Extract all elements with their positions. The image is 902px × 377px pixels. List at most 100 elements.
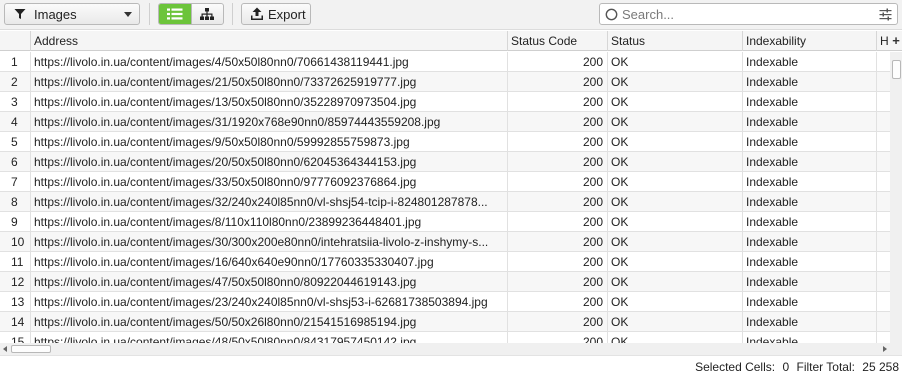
row-number[interactable]: 6 bbox=[0, 152, 31, 172]
address-cell[interactable]: https://livolo.in.ua/content/images/30/3… bbox=[31, 232, 508, 252]
status-cell[interactable]: OK bbox=[608, 272, 743, 292]
status-code-cell[interactable]: 200 bbox=[508, 312, 608, 332]
list-view-button[interactable] bbox=[159, 4, 191, 24]
row-number[interactable]: 11 bbox=[0, 252, 31, 272]
table-row[interactable]: 5 https://livolo.in.ua/content/images/9/5… bbox=[0, 132, 890, 152]
row-number[interactable]: 4 bbox=[0, 112, 31, 132]
h-cell[interactable] bbox=[877, 332, 890, 343]
status-code-cell[interactable]: 200 bbox=[508, 172, 608, 192]
vertical-scrollbar[interactable] bbox=[890, 52, 902, 343]
row-number[interactable]: 15 bbox=[0, 332, 31, 343]
h-cell[interactable] bbox=[877, 92, 890, 112]
h-cell[interactable] bbox=[877, 212, 890, 232]
status-code-cell[interactable]: 200 bbox=[508, 292, 608, 312]
address-cell[interactable]: https://livolo.in.ua/content/images/9/50… bbox=[31, 132, 508, 152]
table-row[interactable]: 4 https://livolo.in.ua/content/images/31/… bbox=[0, 112, 890, 132]
indexability-cell[interactable]: Indexable bbox=[743, 172, 877, 192]
table-row[interactable]: 2 https://livolo.in.ua/content/images/21/… bbox=[0, 72, 890, 92]
status-code-cell[interactable]: 200 bbox=[508, 212, 608, 232]
table-row[interactable]: 12 https://livolo.in.ua/content/images/47… bbox=[0, 272, 890, 292]
indexability-cell[interactable]: Indexable bbox=[743, 192, 877, 212]
table-row[interactable]: 13 https://livolo.in.ua/content/images/23… bbox=[0, 292, 890, 312]
indexability-cell[interactable]: Indexable bbox=[743, 112, 877, 132]
table-row[interactable]: 1 https://livolo.in.ua/content/images/4/5… bbox=[0, 52, 890, 72]
status-code-cell[interactable]: 200 bbox=[508, 332, 608, 343]
address-cell[interactable]: https://livolo.in.ua/content/images/23/2… bbox=[31, 292, 508, 312]
table-row[interactable]: 8 https://livolo.in.ua/content/images/32/… bbox=[0, 192, 890, 212]
row-number[interactable]: 8 bbox=[0, 192, 31, 212]
row-number[interactable]: 9 bbox=[0, 212, 31, 232]
h-cell[interactable] bbox=[877, 192, 890, 212]
h-cell[interactable] bbox=[877, 72, 890, 92]
indexability-cell[interactable]: Indexable bbox=[743, 312, 877, 332]
column-header-address[interactable]: Address bbox=[31, 31, 508, 51]
h-cell[interactable] bbox=[877, 132, 890, 152]
row-number[interactable]: 2 bbox=[0, 72, 31, 92]
indexability-cell[interactable]: Indexable bbox=[743, 152, 877, 172]
table-row[interactable]: 3 https://livolo.in.ua/content/images/13/… bbox=[0, 92, 890, 112]
add-column-button[interactable]: + bbox=[890, 31, 902, 51]
status-cell[interactable]: OK bbox=[608, 252, 743, 272]
row-number[interactable]: 5 bbox=[0, 132, 31, 152]
address-cell[interactable]: https://livolo.in.ua/content/images/16/6… bbox=[31, 252, 508, 272]
indexability-cell[interactable]: Indexable bbox=[743, 92, 877, 112]
indexability-cell[interactable]: Indexable bbox=[743, 72, 877, 92]
column-header-indexability[interactable]: Indexability bbox=[743, 31, 877, 51]
status-cell[interactable]: OK bbox=[608, 232, 743, 252]
address-cell[interactable]: https://livolo.in.ua/content/images/48/5… bbox=[31, 332, 508, 343]
status-code-cell[interactable]: 200 bbox=[508, 152, 608, 172]
status-code-cell[interactable]: 200 bbox=[508, 72, 608, 92]
address-cell[interactable]: https://livolo.in.ua/content/images/50/5… bbox=[31, 312, 508, 332]
filter-dropdown[interactable]: Images bbox=[4, 3, 140, 25]
h-cell[interactable] bbox=[877, 252, 890, 272]
table-row[interactable]: 11 https://livolo.in.ua/content/images/16… bbox=[0, 252, 890, 272]
indexability-cell[interactable]: Indexable bbox=[743, 272, 877, 292]
vertical-scroll-thumb[interactable] bbox=[892, 60, 901, 79]
scroll-left-arrow-icon[interactable] bbox=[3, 346, 7, 352]
indexability-cell[interactable]: Indexable bbox=[743, 132, 877, 152]
address-cell[interactable]: https://livolo.in.ua/content/images/8/11… bbox=[31, 212, 508, 232]
export-button[interactable]: Export bbox=[241, 3, 311, 25]
h-cell[interactable] bbox=[877, 112, 890, 132]
status-cell[interactable]: OK bbox=[608, 332, 743, 343]
status-cell[interactable]: OK bbox=[608, 52, 743, 72]
scroll-right-arrow-icon[interactable] bbox=[883, 346, 887, 352]
status-code-cell[interactable]: 200 bbox=[508, 112, 608, 132]
indexability-cell[interactable]: Indexable bbox=[743, 212, 877, 232]
status-cell[interactable]: OK bbox=[608, 72, 743, 92]
column-header-h[interactable]: H bbox=[877, 31, 890, 51]
status-code-cell[interactable]: 200 bbox=[508, 252, 608, 272]
table-row[interactable]: 10 https://livolo.in.ua/content/images/30… bbox=[0, 232, 890, 252]
status-code-cell[interactable]: 200 bbox=[508, 132, 608, 152]
search-input[interactable] bbox=[622, 5, 872, 23]
table-row[interactable]: 9 https://livolo.in.ua/content/images/8/1… bbox=[0, 212, 890, 232]
status-cell[interactable]: OK bbox=[608, 192, 743, 212]
tree-view-button[interactable] bbox=[190, 4, 223, 24]
h-cell[interactable] bbox=[877, 172, 890, 192]
search-options-icon[interactable] bbox=[879, 8, 892, 21]
status-cell[interactable]: OK bbox=[608, 292, 743, 312]
row-number[interactable]: 13 bbox=[0, 292, 31, 312]
address-cell[interactable]: https://livolo.in.ua/content/images/31/1… bbox=[31, 112, 508, 132]
address-cell[interactable]: https://livolo.in.ua/content/images/21/5… bbox=[31, 72, 508, 92]
horizontal-scroll-thumb[interactable] bbox=[11, 345, 51, 353]
h-cell[interactable] bbox=[877, 312, 890, 332]
address-cell[interactable]: https://livolo.in.ua/content/images/33/5… bbox=[31, 172, 508, 192]
row-number[interactable]: 3 bbox=[0, 92, 31, 112]
address-cell[interactable]: https://livolo.in.ua/content/images/47/5… bbox=[31, 272, 508, 292]
status-code-cell[interactable]: 200 bbox=[508, 232, 608, 252]
table-row[interactable]: 14 https://livolo.in.ua/content/images/50… bbox=[0, 312, 890, 332]
row-number[interactable]: 1 bbox=[0, 52, 31, 72]
row-number[interactable]: 12 bbox=[0, 272, 31, 292]
status-cell[interactable]: OK bbox=[608, 212, 743, 232]
row-number[interactable]: 7 bbox=[0, 172, 31, 192]
horizontal-scrollbar[interactable] bbox=[0, 343, 890, 355]
indexability-cell[interactable]: Indexable bbox=[743, 252, 877, 272]
status-cell[interactable]: OK bbox=[608, 132, 743, 152]
status-cell[interactable]: OK bbox=[608, 112, 743, 132]
status-code-cell[interactable]: 200 bbox=[508, 272, 608, 292]
address-cell[interactable]: https://livolo.in.ua/content/images/32/2… bbox=[31, 192, 508, 212]
indexability-cell[interactable]: Indexable bbox=[743, 52, 877, 72]
status-cell[interactable]: OK bbox=[608, 312, 743, 332]
indexability-cell[interactable]: Indexable bbox=[743, 332, 877, 343]
